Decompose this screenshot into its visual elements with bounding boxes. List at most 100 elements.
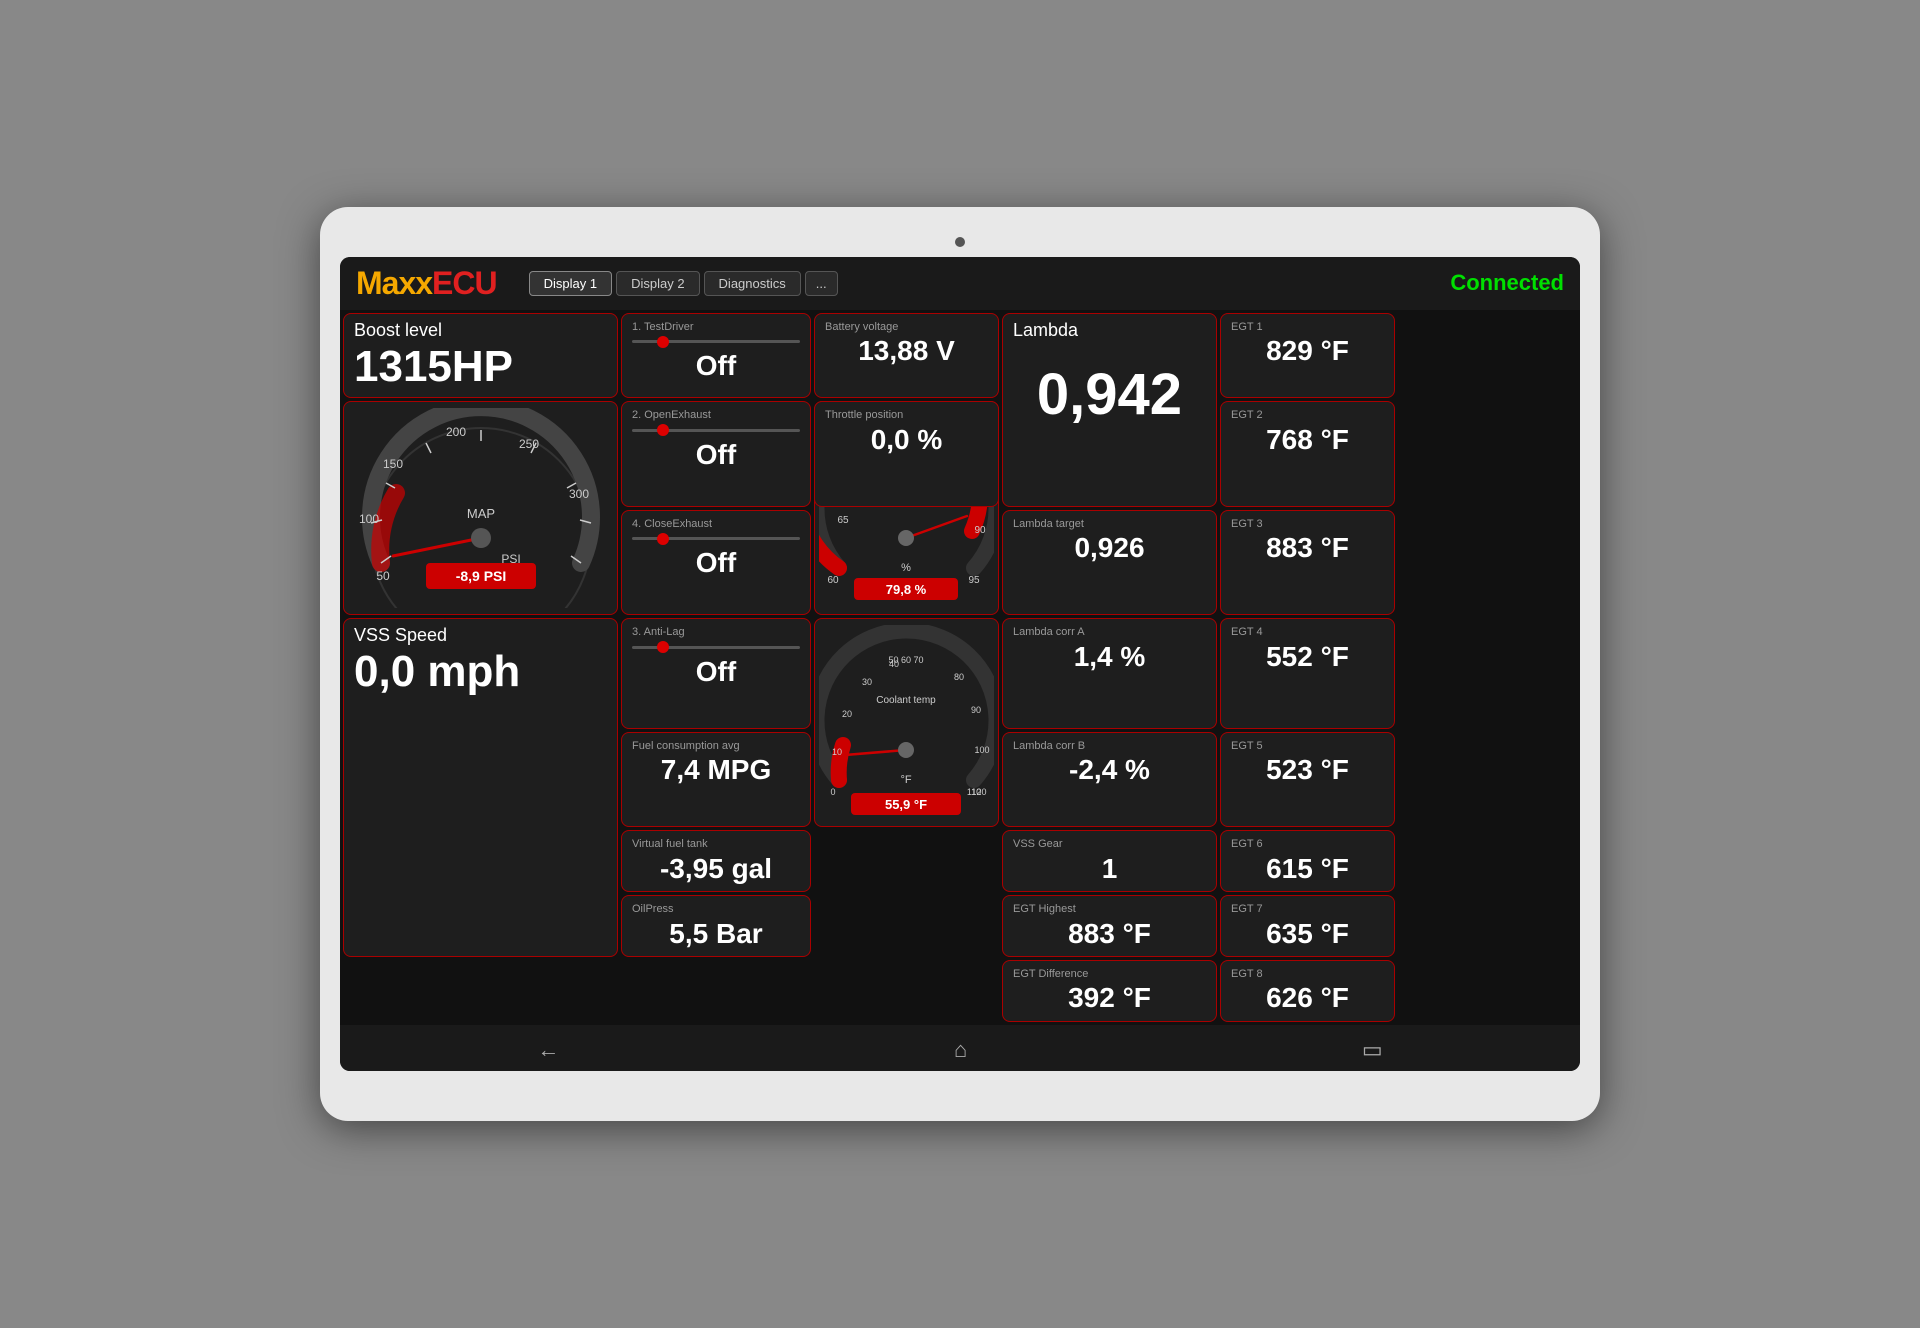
boost-cell: Boost level 1315HP [343,313,618,398]
lambda-target-cell: Lambda target 0,926 [1002,510,1217,616]
tab-diagnostics[interactable]: Diagnostics [704,271,801,296]
vss-cell: VSS Speed 0,0 mph [343,618,618,957]
lambda-label: Lambda [1013,320,1206,341]
oil-press-cell: OilPress 5,5 Bar [621,895,811,957]
switch-2-value: Off [632,438,800,472]
vss-gear-label: VSS Gear [1013,837,1206,851]
lambda-target-value: 0,926 [1013,531,1206,565]
egt1-cell: EGT 1 829 °F [1220,313,1395,398]
egt2-value: 768 °F [1231,423,1384,457]
vss-gear-cell: VSS Gear 1 [1002,830,1217,892]
svg-text:-8,9 PSI: -8,9 PSI [455,568,506,584]
switch-3-title: 4. CloseExhaust [632,517,800,531]
egt1-label: EGT 1 [1231,320,1384,334]
switch-1-title: 1. TestDriver [632,320,800,334]
switch-4-title: 3. Anti-Lag [632,625,800,639]
tablet-device: MaxxECU Display 1 Display 2 Diagnostics … [320,207,1600,1121]
dashboard: Boost level 1315HP 1. TestDriver Off Bat… [340,310,1580,1025]
virtual-fuel-label: Virtual fuel tank [632,837,800,851]
svg-text:Coolant temp: Coolant temp [876,695,936,706]
svg-text:90: 90 [971,705,981,715]
boost-value: 1315HP [354,343,607,391]
egt-diff-cell: EGT Difference 392 °F [1002,960,1217,1022]
egt6-label: EGT 6 [1231,837,1384,851]
tab-bar: Display 1 Display 2 Diagnostics ... [529,271,838,296]
lambda-corrb-cell: Lambda corr B -2,4 % [1002,732,1217,828]
virtual-fuel-value: -3,95 gal [632,852,800,886]
lambda-cell: Lambda 0,942 [1002,313,1217,507]
tab-display2[interactable]: Display 2 [616,271,699,296]
egt3-label: EGT 3 [1231,517,1384,531]
svg-text:200: 200 [445,425,465,439]
svg-text:0: 0 [830,787,835,797]
svg-text:79,8 %: 79,8 % [886,582,927,597]
svg-text:95: 95 [968,575,980,586]
recent-button[interactable]: ▭ [1362,1037,1383,1063]
tab-display1[interactable]: Display 1 [529,271,612,296]
egt-highest-value: 883 °F [1013,917,1206,951]
egt2-label: EGT 2 [1231,408,1384,422]
svg-text:90: 90 [974,525,986,536]
switch-2-track[interactable] [632,429,800,432]
egt3-cell: EGT 3 883 °F [1220,510,1395,616]
svg-text:%: % [901,562,911,574]
egt1-value: 829 °F [1231,334,1384,368]
egt4-label: EGT 4 [1231,625,1384,639]
svg-text:60: 60 [827,575,839,586]
egt-highest-cell: EGT Highest 883 °F [1002,895,1217,957]
svg-text:100: 100 [358,512,378,526]
switch-1-thumb[interactable] [657,336,669,348]
svg-text:120: 120 [971,787,986,797]
egt8-cell: EGT 8 626 °F [1220,960,1395,1022]
svg-text:20: 20 [842,709,852,719]
switch-4-cell: 3. Anti-Lag Off [621,618,811,729]
svg-text:MAP: MAP [466,506,494,521]
lambda-corra-label: Lambda corr A [1013,625,1206,639]
logo-ecu: ECU [432,265,497,301]
switch-3-thumb[interactable] [657,533,669,545]
egt-diff-value: 392 °F [1013,981,1206,1015]
egt6-cell: EGT 6 615 °F [1220,830,1395,892]
switch-1-track[interactable] [632,340,800,343]
switch-4-track[interactable] [632,646,800,649]
egt7-label: EGT 7 [1231,902,1384,916]
map-gauge-cell: 50 100 150 200 250 300 MAP PSI - [343,401,618,615]
svg-text:80: 80 [954,672,964,682]
lambda-corra-cell: Lambda corr A 1,4 % [1002,618,1217,729]
egt-diff-label: EGT Difference [1013,967,1206,981]
connection-status: Connected [1450,270,1564,296]
vss-gear-value: 1 [1013,852,1206,886]
throttle-cell: Throttle position0,0 % [814,401,999,507]
switch-4-thumb[interactable] [657,641,669,653]
switch-2-title: 2. OpenExhaust [632,408,800,422]
switch-1-cell: 1. TestDriver Off [621,313,811,398]
fuel-cell: Fuel consumption avg 7,4 MPG [621,732,811,828]
lambda-value: 0,942 [1013,361,1206,428]
battery-value: 13,88 V [825,334,988,368]
vss-label: VSS Speed [354,625,607,646]
map-gauge-svg: 50 100 150 200 250 300 MAP PSI - [351,408,611,608]
boost-label: Boost level [354,320,607,341]
svg-text:300: 300 [568,487,588,501]
oil-press-value: 5,5 Bar [632,917,800,951]
throttle-value: 0,0 % [825,423,988,457]
back-button[interactable]: ← [537,1037,559,1063]
switch-2-thumb[interactable] [657,424,669,436]
egt3-value: 883 °F [1231,531,1384,565]
coolant-cell: Coolant temp 0 10 20 30 40 50 60 70 80 9… [814,618,999,827]
egt-highest-label: EGT Highest [1013,902,1206,916]
vss-value: 0,0 mph [354,648,607,696]
lambda-corra-value: 1,4 % [1013,640,1206,674]
svg-text:50: 50 [376,569,390,583]
app-logo: MaxxECU [356,265,497,302]
nav-bar: ← ⌂ ▭ [340,1025,1580,1071]
tab-more[interactable]: ... [805,271,838,296]
home-button[interactable]: ⌂ [954,1037,967,1063]
svg-text:°F: °F [900,774,911,786]
egt5-value: 523 °F [1231,753,1384,787]
switch-3-track[interactable] [632,537,800,540]
fuel-label: Fuel consumption avg [632,739,800,753]
egt4-cell: EGT 4 552 °F [1220,618,1395,729]
egt2-cell: EGT 2 768 °F [1220,401,1395,507]
camera [955,237,965,247]
